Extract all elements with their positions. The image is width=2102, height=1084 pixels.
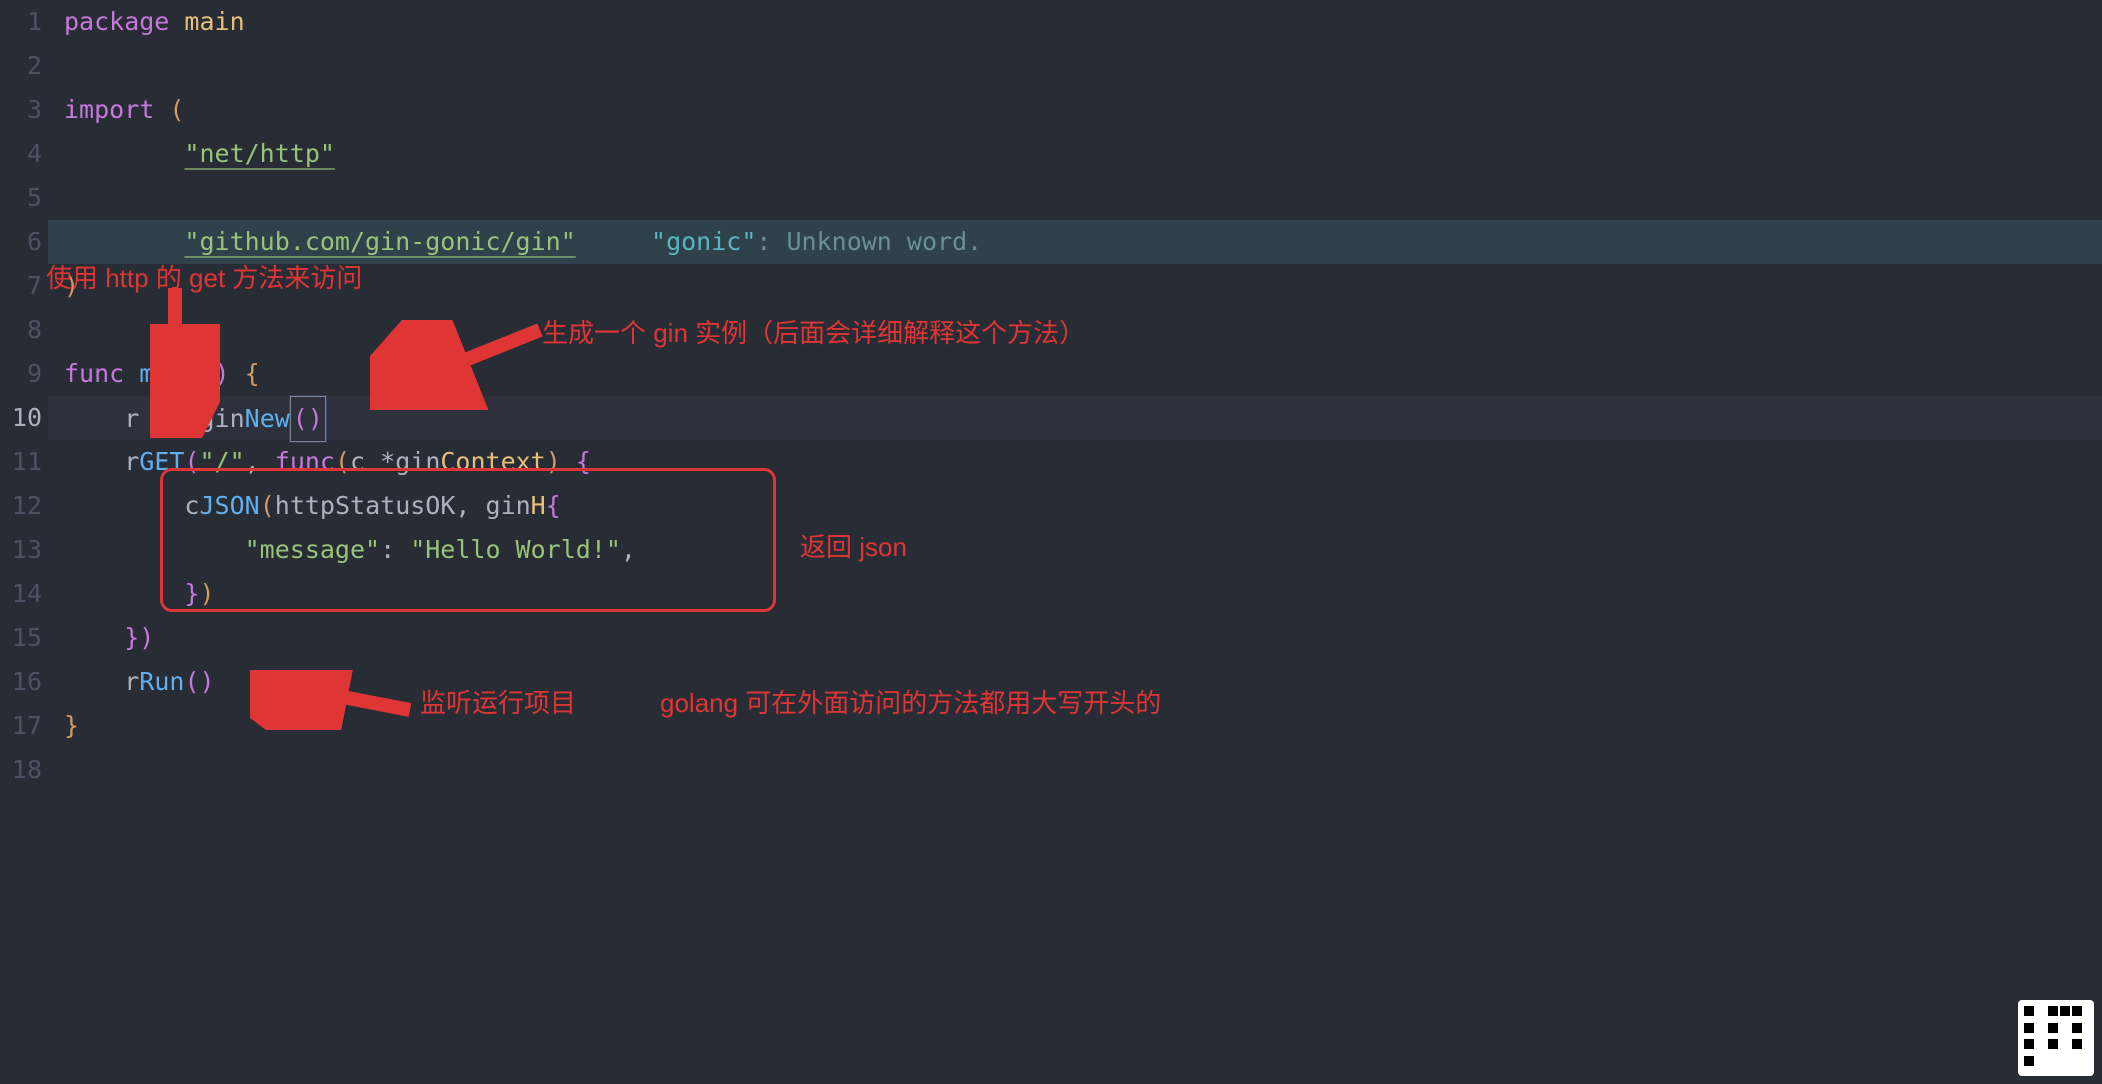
line-number: 13 (0, 528, 48, 572)
line-number-gutter: 1 2 3 4 5 6 7 8 9 10 11 12 13 14 15 16 1… (0, 0, 48, 792)
method-call: New (245, 404, 290, 433)
code-line[interactable]: }) (48, 616, 2102, 660)
map-value: "Hello World!" (410, 535, 621, 564)
line-number: 4 (0, 132, 48, 176)
code-line[interactable]: cJSON(httpStatusOK, ginH{ (48, 484, 2102, 528)
lint-hint: "gonic" (651, 227, 756, 256)
line-number: 14 (0, 572, 48, 616)
import-path: "github.com/gin-gonic/gin" (184, 227, 575, 256)
string: "/" (200, 447, 245, 476)
lint-message: Unknown word. (787, 227, 983, 256)
line-number: 3 (0, 88, 48, 132)
code-line[interactable]: }) (48, 572, 2102, 616)
line-number: 16 (0, 660, 48, 704)
paren: ( (169, 95, 184, 124)
code-line[interactable]: import ( (48, 88, 2102, 132)
line-number: 9 (0, 352, 48, 396)
code-line[interactable]: } (48, 704, 2102, 748)
method-call: JSON (199, 491, 259, 520)
code-line[interactable]: func main() { (48, 352, 2102, 396)
line-number: 12 (0, 484, 48, 528)
paren: ) (64, 271, 79, 300)
code-line[interactable]: "message": "Hello World!", (48, 528, 2102, 572)
keyword: func (64, 359, 124, 388)
method-call: GET (139, 447, 184, 476)
code-area[interactable]: package main import ( "net/http" "github… (48, 0, 2102, 792)
code-line[interactable]: rRun() (48, 660, 2102, 704)
line-number: 1 (0, 0, 48, 44)
code-line-highlighted[interactable]: "github.com/gin-gonic/gin" "gonic": Unkn… (48, 220, 2102, 264)
line-number: 17 (0, 704, 48, 748)
code-line[interactable]: ) (48, 264, 2102, 308)
keyword: package (64, 7, 169, 36)
line-number: 8 (0, 308, 48, 352)
line-number: 18 (0, 748, 48, 792)
line-number: 11 (0, 440, 48, 484)
line-number: 5 (0, 176, 48, 220)
code-line[interactable] (48, 308, 2102, 352)
method-call: Run (139, 667, 184, 696)
import-path: "net/http" (184, 139, 335, 168)
package-name: main (184, 7, 244, 36)
keyword: import (64, 95, 154, 124)
line-number: 6 (0, 220, 48, 264)
code-line[interactable]: "net/http" (48, 132, 2102, 176)
code-line-current[interactable]: r := ginNew() (48, 396, 2102, 440)
line-number-current: 10 (0, 396, 48, 440)
cursor-box: () (290, 396, 326, 442)
code-line[interactable]: rGET("/", func(c *ginContext) { (48, 440, 2102, 484)
code-line[interactable]: package main (48, 0, 2102, 44)
map-key: "message" (245, 535, 380, 564)
code-editor[interactable]: 1 2 3 4 5 6 7 8 9 10 11 12 13 14 15 16 1… (0, 0, 2102, 1084)
code-line[interactable] (48, 176, 2102, 220)
function-name: main (139, 359, 199, 388)
code-line[interactable] (48, 748, 2102, 792)
line-number: 2 (0, 44, 48, 88)
line-number: 7 (0, 264, 48, 308)
line-number: 15 (0, 616, 48, 660)
code-line[interactable] (48, 44, 2102, 88)
qr-code (2018, 1000, 2094, 1076)
